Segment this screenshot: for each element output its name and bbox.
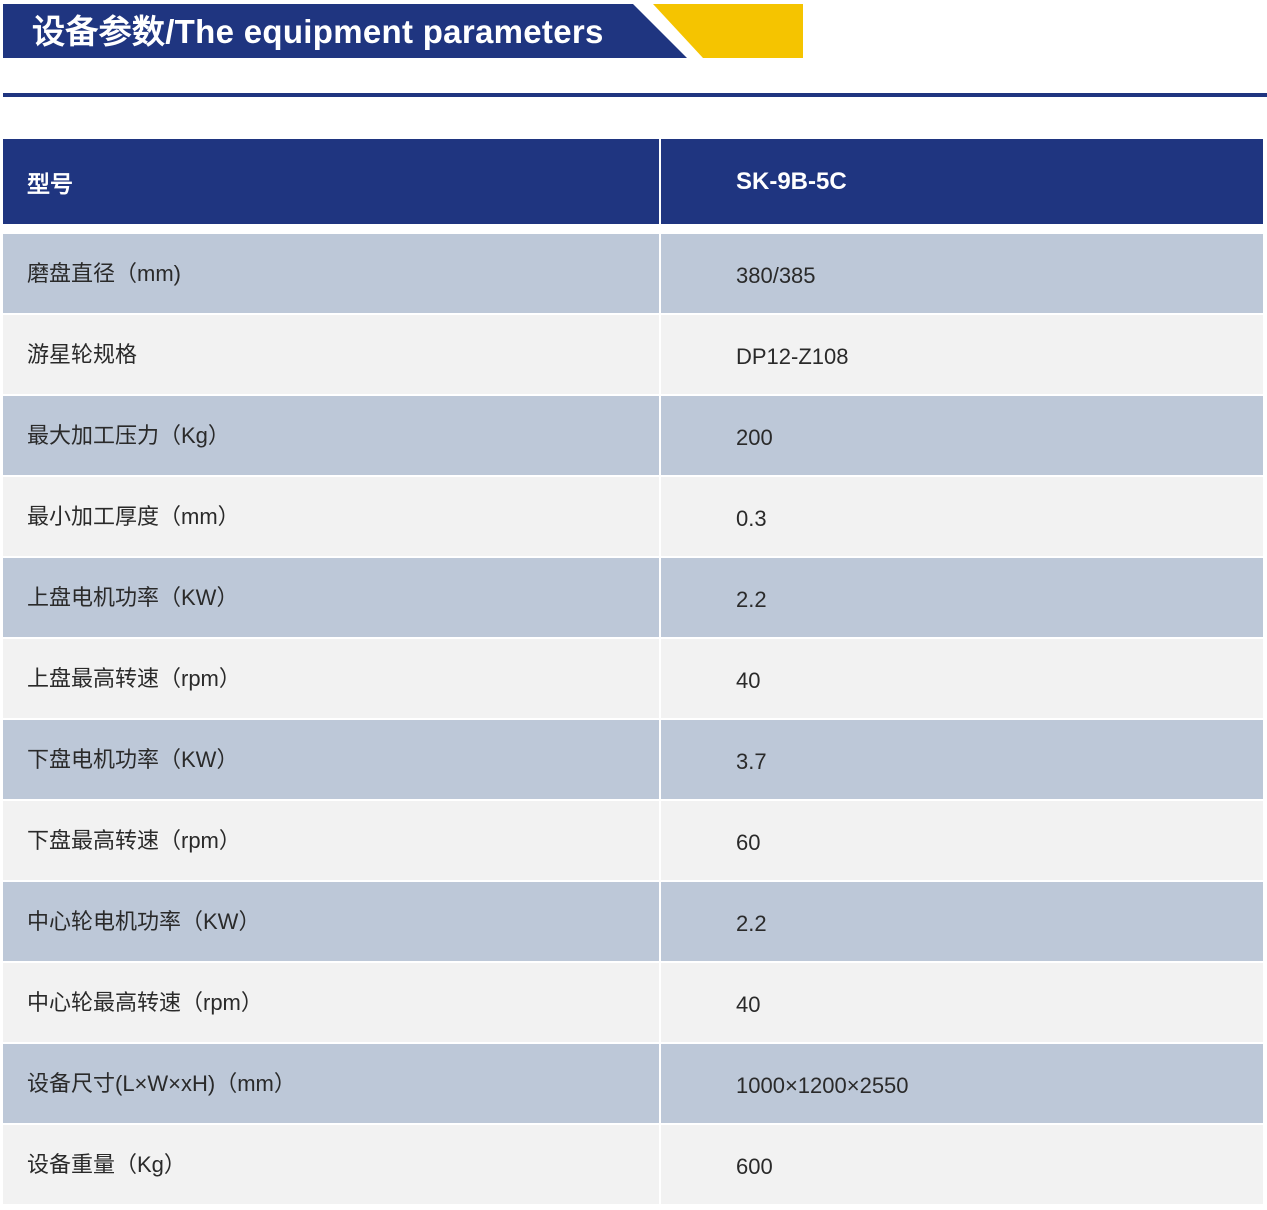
param-label: 磨盘直径（mm) [27,260,181,286]
param-label: 设备尺寸(L×W×xH)（mm） [27,1070,296,1096]
param-value: 60 [659,801,1263,880]
param-value: 380/385 [659,234,1263,313]
param-label: 上盘最高转速（rpm） [27,665,241,691]
table-row: 上盘最高转速（rpm） 40 [3,639,1263,720]
table-row: 中心轮最高转速（rpm） 40 [3,963,1263,1044]
table-row: 设备尺寸(L×W×xH)（mm） 1000×1200×2550 [3,1044,1263,1125]
param-label: 上盘电机功率（KW） [27,584,239,610]
param-label: 游星轮规格 [27,341,138,367]
param-value: 1000×1200×2550 [659,1044,1263,1123]
header-cell-model-value: SK-9B-5C [659,139,1263,224]
param-value: DP12-Z108 [659,315,1263,394]
param-value: 3.7 [659,720,1263,799]
parameters-table: 型号 SK-9B-5C 磨盘直径（mm) 380/385 游星轮规格 DP12-… [3,139,1263,1206]
table-row: 下盘最高转速（rpm） 60 [3,801,1263,882]
table-row: 上盘电机功率（KW） 2.2 [3,558,1263,639]
header-cell-model: 型号 [27,170,73,197]
param-value: 40 [659,963,1263,1042]
table-row: 最小加工厚度（mm） 0.3 [3,477,1263,558]
param-label: 最大加工压力（Kg） [27,422,230,448]
table-row: 中心轮电机功率（KW） 2.2 [3,882,1263,963]
param-label: 中心轮最高转速（rpm） [27,989,263,1015]
param-label: 下盘最高转速（rpm） [27,827,241,853]
param-value: 0.3 [659,477,1263,556]
table-row: 下盘电机功率（KW） 3.7 [3,720,1263,801]
param-label: 下盘电机功率（KW） [27,746,239,772]
param-value: 2.2 [659,558,1263,637]
table-row: 磨盘直径（mm) 380/385 [3,234,1263,315]
table-row: 最大加工压力（Kg） 200 [3,396,1263,477]
param-label: 设备重量（Kg） [27,1151,186,1177]
param-value: 2.2 [659,882,1263,961]
table-row: 设备重量（Kg） 600 [3,1125,1263,1206]
param-label: 最小加工厚度（mm） [27,503,240,529]
section-banner: 设备参数/The equipment parameters [3,4,803,58]
table-header-row: 型号 SK-9B-5C [3,139,1263,224]
param-label: 中心轮电机功率（KW） [27,908,261,934]
table-row: 游星轮规格 DP12-Z108 [3,315,1263,396]
param-value: 40 [659,639,1263,718]
param-value: 200 [659,396,1263,475]
param-value: 600 [659,1125,1263,1204]
section-title: 设备参数/The equipment parameters [32,13,604,50]
divider [3,93,1267,97]
